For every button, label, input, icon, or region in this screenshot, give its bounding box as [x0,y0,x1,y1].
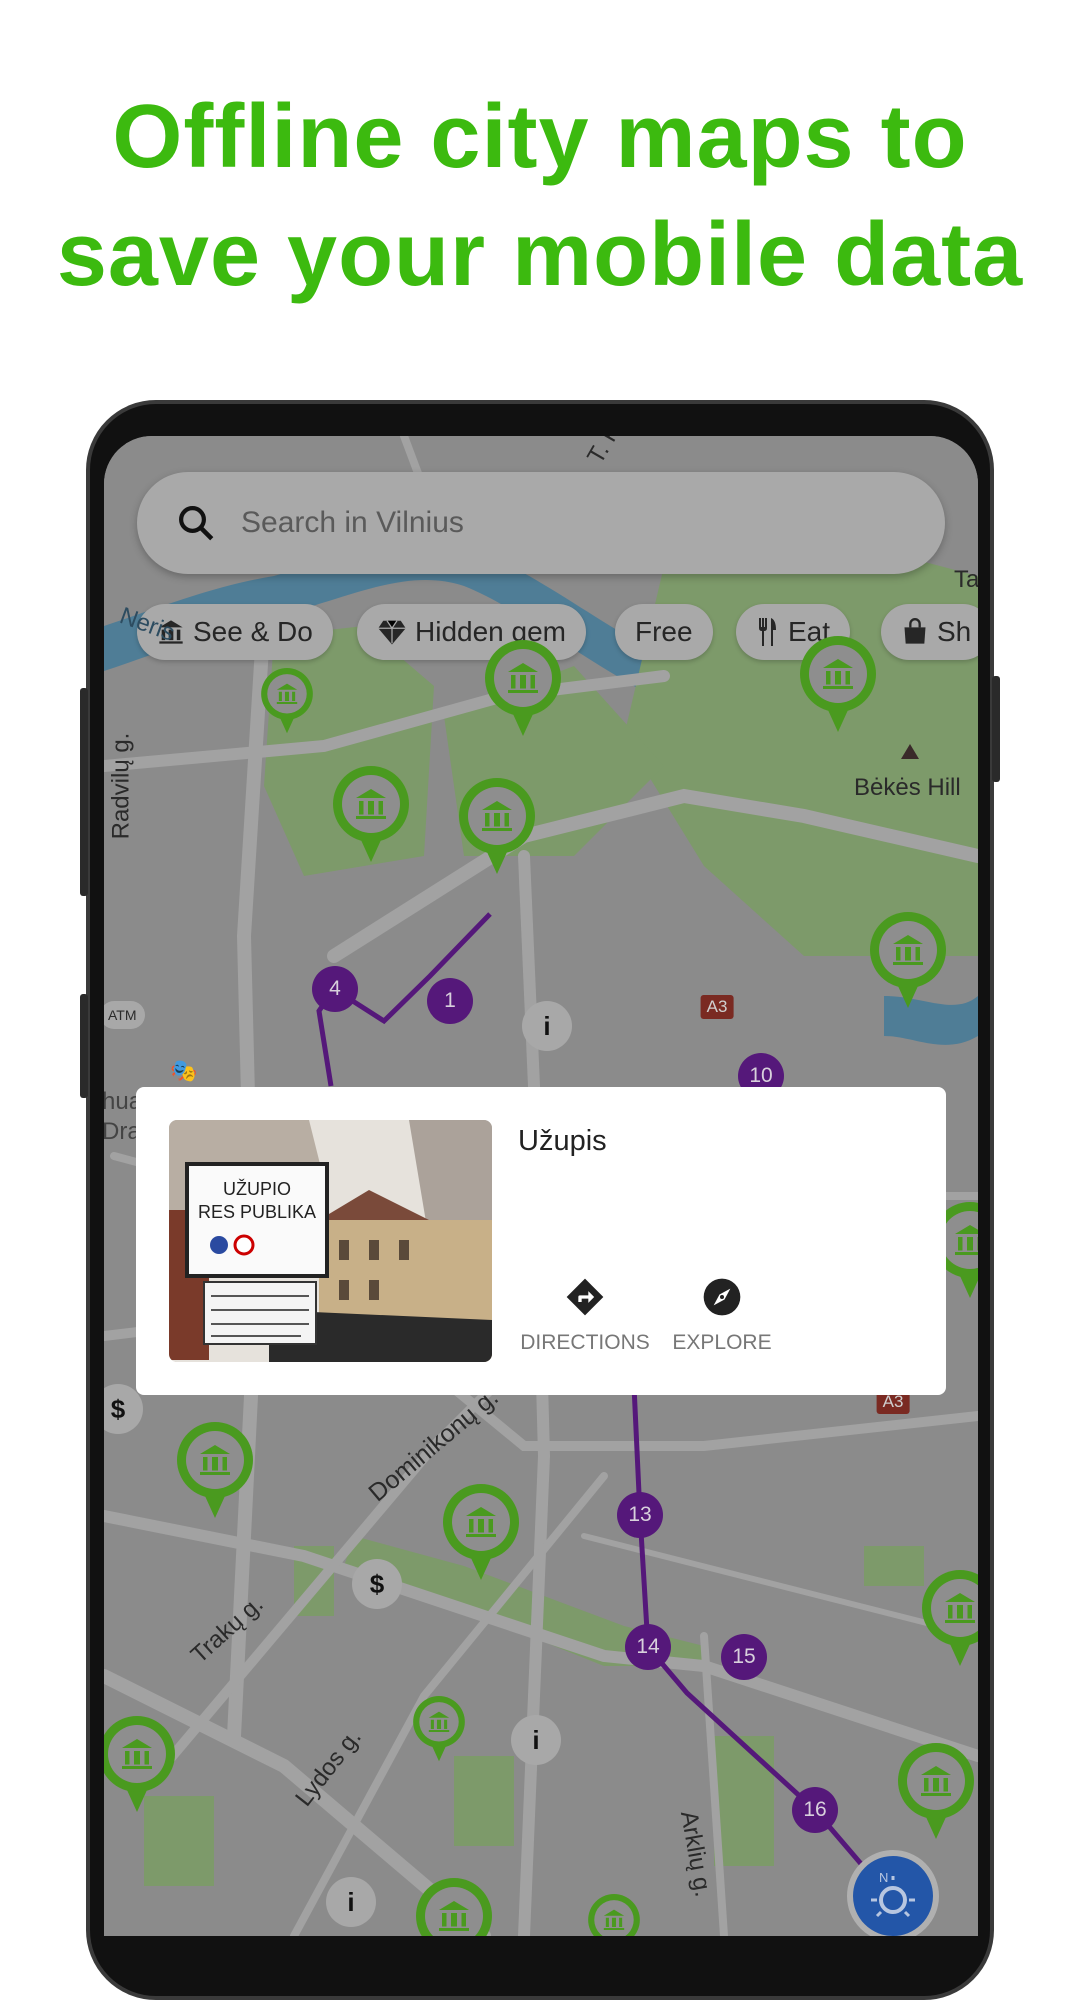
road-badge-a3: A3 [700,995,734,1019]
chip-free[interactable]: Free [615,604,713,660]
route-stop-16[interactable]: 16 [792,1787,838,1833]
route-stop-15[interactable]: 15 [721,1634,767,1680]
shopping-bag-icon [904,618,926,644]
museum-icon [508,663,538,693]
compass-button[interactable]: N [847,1850,939,1936]
route-stop-14[interactable]: 14 [625,1624,671,1670]
museum-pin[interactable] [261,668,313,736]
chip-label: Free [635,616,693,647]
museum-pin[interactable] [898,1743,974,1843]
atm-marker[interactable]: ATM [104,1001,145,1029]
map-label-radvilu: Radvilų g. [107,732,135,840]
peak-icon [901,744,919,759]
map-label-bekes-hill: Bėkės Hill [854,774,961,801]
place-title: Užupis [518,1125,607,1157]
directions-button[interactable]: DIRECTIONS [518,1277,652,1355]
diamond-icon [378,620,406,645]
museum-icon [122,1739,152,1769]
museum-pin[interactable] [922,1570,978,1670]
museum-icon [466,1507,496,1537]
info-marker[interactable]: i [522,1001,572,1051]
museum-pin[interactable] [485,640,561,740]
museum-pin[interactable] [177,1422,253,1522]
chip-label: See & Do [193,616,313,647]
museum-icon [921,1766,951,1796]
explore-button[interactable]: EXPLORE [672,1277,772,1355]
explore-label: EXPLORE [672,1331,772,1354]
search-bar[interactable]: Search in Vilnius [137,472,945,574]
museum-icon [276,683,298,705]
svg-text:RES PUBLIKA: RES PUBLIKA [198,1202,316,1222]
money-marker[interactable]: $ [352,1559,402,1609]
map-label-ta: Ta [954,566,978,593]
museum-icon [823,659,853,689]
volume-button [80,688,88,896]
museum-icon [439,1901,469,1931]
directions-icon [566,1278,604,1316]
directions-label: DIRECTIONS [520,1331,650,1354]
museum-pin[interactable] [104,1716,175,1816]
museum-pin[interactable] [413,1696,465,1764]
museum-pin[interactable] [870,912,946,1012]
uzupis-photo: UŽUPIO RES PUBLIKA [169,1120,492,1362]
info-marker[interactable]: i [511,1715,561,1765]
headline-line-1: Offline city maps to [112,87,968,187]
fork-knife-icon [759,618,776,646]
museum-icon [945,1593,975,1623]
route-stop-4[interactable]: 4 [312,966,358,1012]
search-input[interactable]: Search in Vilnius [241,506,464,540]
museum-pin[interactable] [416,1878,492,1936]
search-icon [179,506,214,541]
museum-pin[interactable] [800,636,876,736]
route-stop-1[interactable]: 1 [427,978,473,1024]
museum-pin[interactable] [443,1484,519,1584]
svg-text:N: N [879,1870,888,1885]
headline: Offline city maps to save your mobile da… [0,78,1080,314]
svg-text:UŽUPIO: UŽUPIO [223,1179,291,1199]
headline-line-2: save your mobile data [56,205,1024,305]
side-button [80,994,88,1098]
chip-label: Sh [937,616,972,647]
place-card[interactable]: UŽUPIO RES PUBLIKA Užupis DIRECTIONS EXP… [136,1087,946,1395]
museum-icon [955,1225,978,1255]
chip-shopping[interactable]: Sh [881,604,978,660]
museum-icon [428,1711,450,1733]
museum-icon [482,801,512,831]
museum-icon [200,1445,230,1475]
compass-icon: N [871,1870,915,1918]
compass-icon [703,1278,741,1316]
museum-pin[interactable] [459,778,535,878]
route-stop-13[interactable]: 13 [617,1492,663,1538]
theater-icon[interactable]: 🎭 [170,1058,197,1084]
museum-icon [893,935,923,965]
museum-pin[interactable] [588,1894,640,1936]
museum-icon [356,789,386,819]
place-photo[interactable]: UŽUPIO RES PUBLIKA [169,1120,492,1362]
museum-pin[interactable] [333,766,409,866]
power-button [992,676,1000,782]
